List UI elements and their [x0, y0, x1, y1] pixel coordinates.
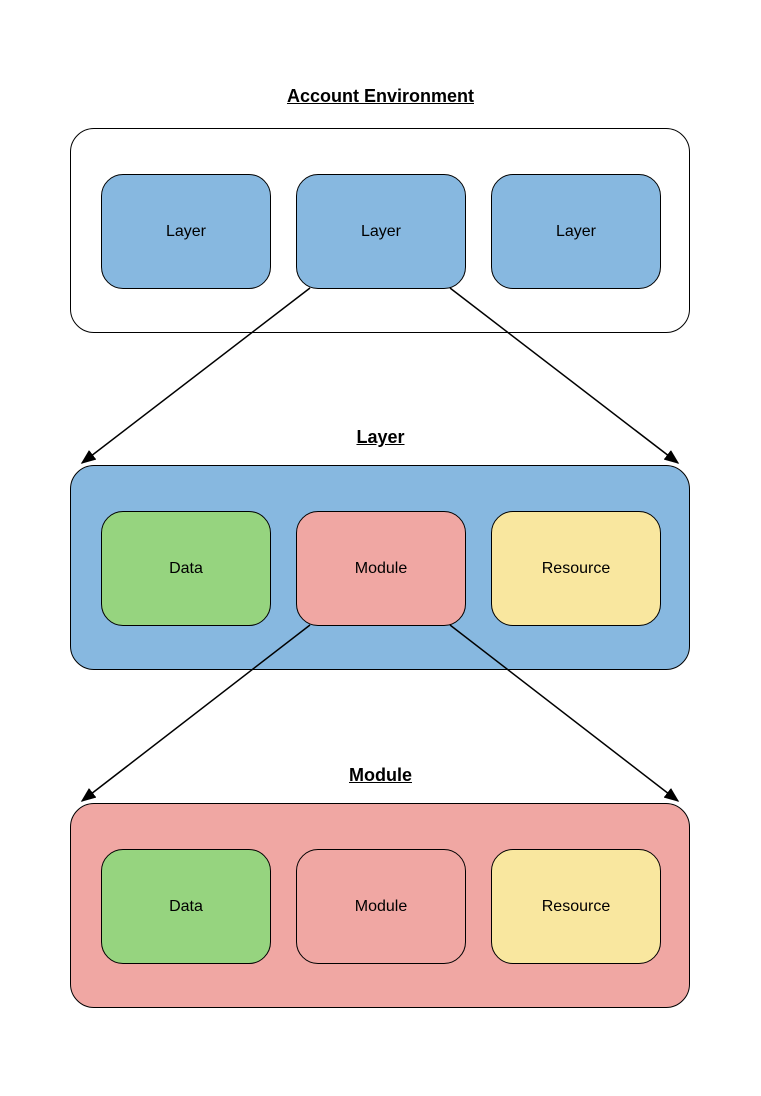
box-label: Data	[169, 898, 203, 916]
title-module: Module	[0, 765, 761, 786]
box-label: Layer	[361, 223, 401, 241]
box-resource-2: Resource	[491, 849, 661, 964]
box-module: Module	[296, 511, 466, 626]
title-account-environment: Account Environment	[0, 86, 761, 107]
box-layer-2: Layer	[296, 174, 466, 289]
box-label: Resource	[542, 898, 610, 916]
title-layer: Layer	[0, 427, 761, 448]
box-layer-3: Layer	[491, 174, 661, 289]
box-label: Data	[169, 560, 203, 578]
box-label: Layer	[166, 223, 206, 241]
container-account-environment: Layer Layer Layer	[70, 128, 690, 333]
box-resource: Resource	[491, 511, 661, 626]
box-data-2: Data	[101, 849, 271, 964]
box-data: Data	[101, 511, 271, 626]
box-label: Module	[355, 560, 407, 578]
box-label: Module	[355, 898, 407, 916]
container-layer: Data Module Resource	[70, 465, 690, 670]
box-module-2: Module	[296, 849, 466, 964]
container-module: Data Module Resource	[70, 803, 690, 1008]
box-label: Resource	[542, 560, 610, 578]
box-label: Layer	[556, 223, 596, 241]
box-layer-1: Layer	[101, 174, 271, 289]
